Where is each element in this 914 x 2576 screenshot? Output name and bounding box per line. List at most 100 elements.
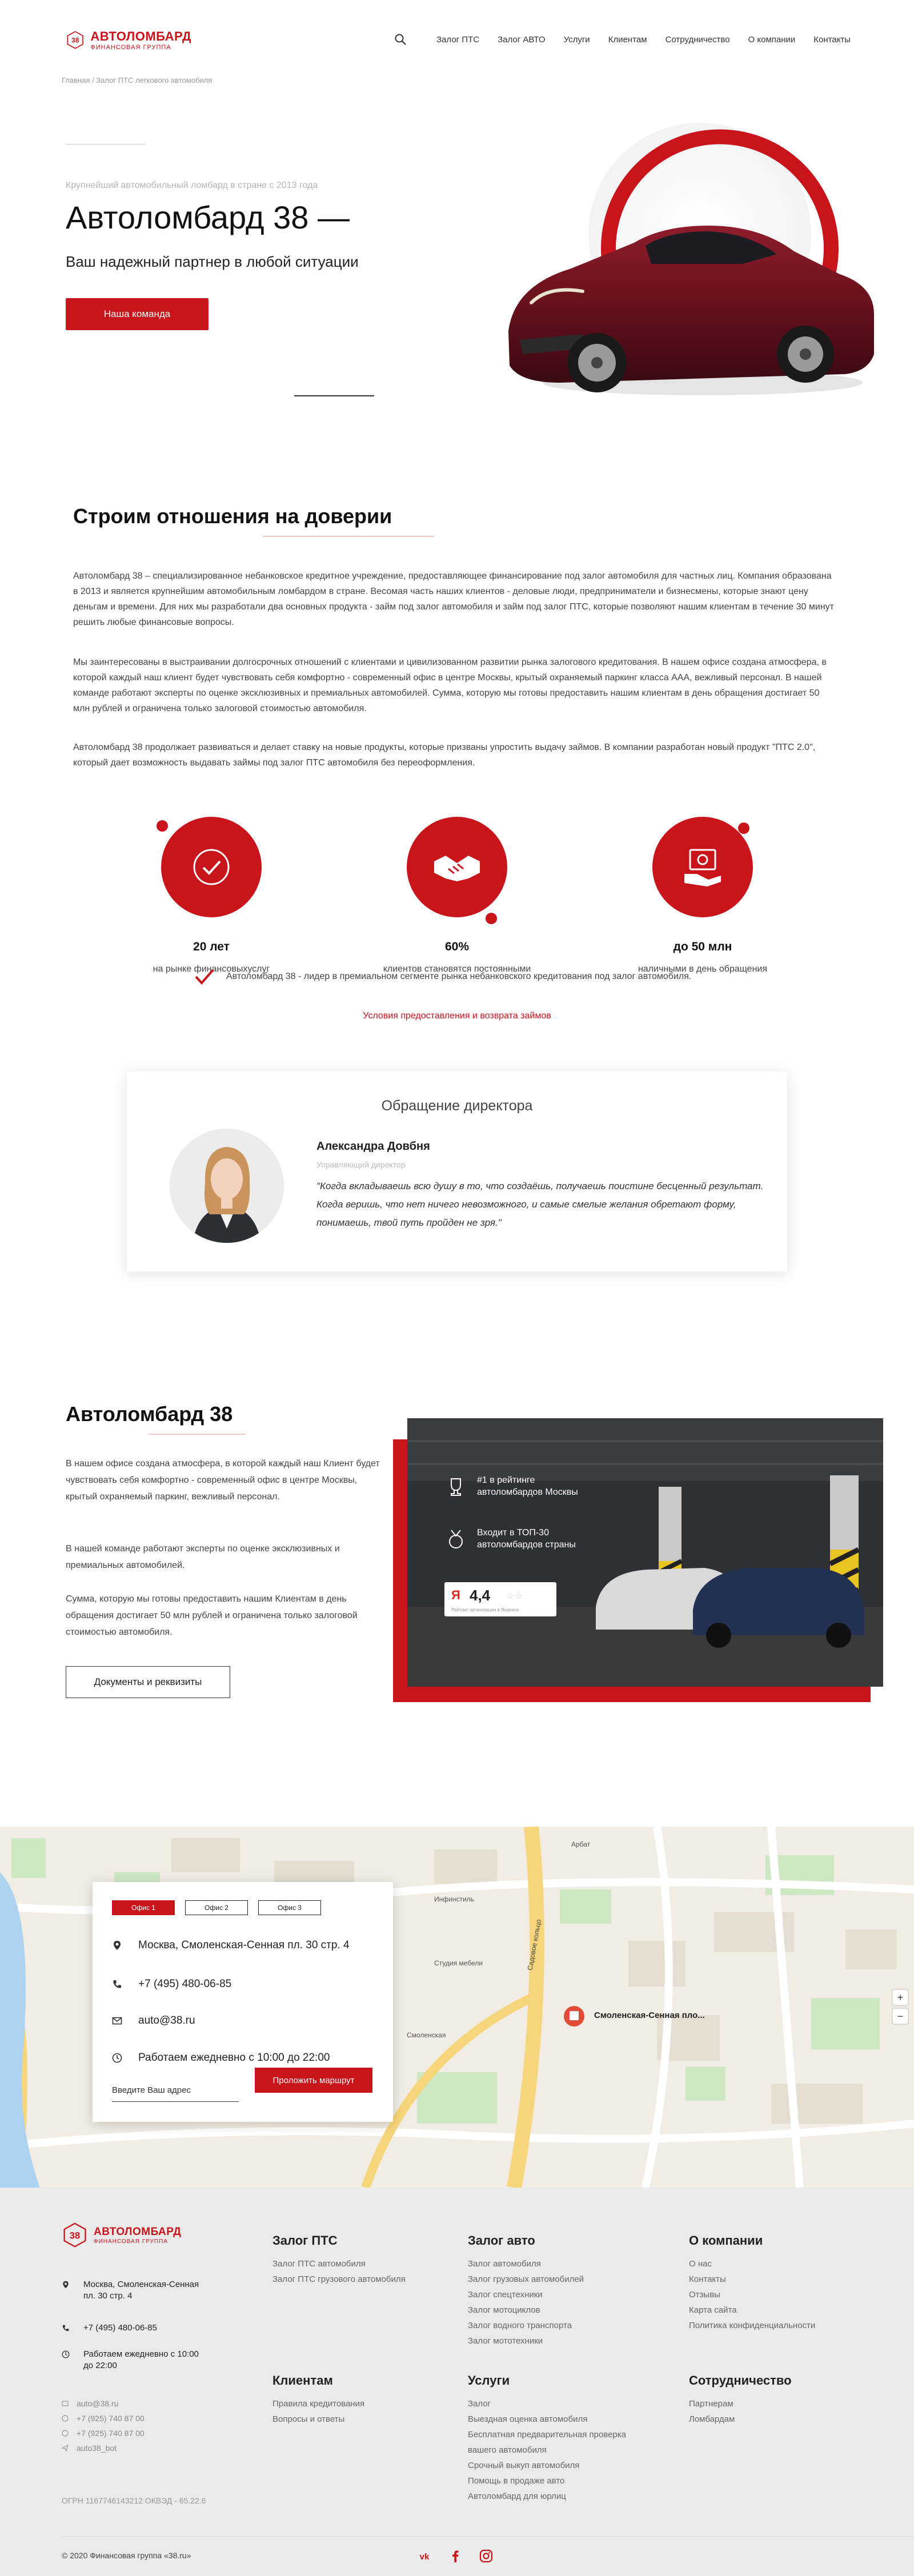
tab-office-1[interactable]: Офис 1 [112, 1900, 175, 1915]
search-icon[interactable] [394, 33, 407, 46]
footer-link[interactable]: Выездная оценка автомобиля [468, 2412, 639, 2427]
office-address-row: Москва, Смоленская-Сенная пл. 30 стр. 4 [112, 1939, 350, 1952]
svg-text:vk: vk [420, 2552, 430, 2562]
svg-text:−: − [897, 2011, 904, 2022]
nav-clients[interactable]: Клиентам [608, 35, 647, 45]
map-label-place: Студия мебели [434, 1959, 483, 1967]
footer-link[interactable]: Залог ПТС автомобиля [272, 2256, 455, 2272]
vk-icon[interactable]: vk [417, 2549, 432, 2563]
footer-col-title: Залог авто [468, 2233, 535, 2248]
rating-caption: Рейтинг организации в Яндексе [451, 1607, 519, 1612]
director-name: Александра Довбня [316, 1140, 430, 1153]
footer-viber-text[interactable]: +7 (925) 740 87 00 [77, 2426, 145, 2441]
map-label-place: Смоленская [407, 2031, 446, 2039]
footer-link[interactable]: Срочный выкуп автомобиля [468, 2458, 639, 2473]
footer-logo[interactable]: 38 АВТОЛОМБАРД ФИНАНСОВАЯ ГРУППА [62, 2222, 181, 2248]
facebook-icon[interactable] [448, 2549, 463, 2563]
footer-divider [62, 2536, 914, 2537]
footer-link[interactable]: Залог водного транспорта [468, 2318, 651, 2333]
nav-pts-pledge[interactable]: Залог ПТС [436, 35, 479, 45]
whatsapp-icon [62, 2415, 69, 2422]
about-title: Строим отношения на доверии [73, 504, 392, 528]
svg-text:+: + [897, 1992, 904, 2003]
footer-link[interactable]: Вопросы и ответы [272, 2412, 455, 2427]
logo[interactable]: 38 АВТОЛОМБАРД ФИНАНСОВАЯ ГРУППА [66, 26, 191, 54]
yandex-logo-icon: Я [451, 1588, 460, 1602]
footer-link[interactable]: Карта сайта [689, 2302, 872, 2318]
stat-returning-clients: 60% клиентов становятся постоянными [360, 817, 554, 974]
tab-office-3[interactable]: Офис 3 [258, 1900, 321, 1915]
about-paragraph-3: Автоломбард 38 продолжает развиваться и … [73, 743, 816, 768]
viber-icon [62, 2430, 69, 2437]
nav-contacts[interactable]: Контакты [813, 35, 851, 45]
stat-circle [652, 817, 753, 917]
footer-email[interactable]: auto@38.ru [62, 2396, 145, 2411]
logo-emblem-icon: 38 [63, 2222, 86, 2248]
footer-col-title: Клиентам [272, 2373, 333, 2388]
footer-link[interactable]: Правила кредитования [272, 2396, 455, 2412]
footer-link[interactable]: Залог грузовых автомобилей [468, 2272, 651, 2287]
footer-link[interactable]: Бесплатная предварительная проверка ваше… [468, 2427, 639, 2458]
office-contact-card: Офис 1 Офис 2 Офис 3 Москва, Смоленская-… [93, 1882, 393, 2122]
footer-link[interactable]: Залог спецтехники [468, 2287, 651, 2302]
rating-stars: ☆☆ [506, 1591, 523, 1601]
nav-services[interactable]: Услуги [564, 35, 590, 45]
nav-about[interactable]: О компании [748, 35, 796, 45]
footer-email-text[interactable]: auto@38.ru [77, 2396, 118, 2411]
director-role: Управляющий директор [316, 1160, 406, 1169]
hero-divider [66, 144, 146, 145]
hero-slider-indicator[interactable] [294, 395, 374, 396]
footer-link[interactable]: Ломбардам [689, 2412, 872, 2427]
nav-auto-pledge[interactable]: Залог АВТО [498, 35, 545, 45]
footer-phone-text[interactable]: +7 (495) 480-06-85 [83, 2322, 157, 2334]
build-route-button[interactable]: Проложить маршрут [255, 2068, 372, 2093]
footer-link[interactable]: Автоломбард для юрлиц [468, 2489, 639, 2504]
footer-link[interactable]: Залог мототехники [468, 2333, 651, 2349]
checkmark-circle-icon [193, 849, 230, 885]
stat-value: 60% [444, 940, 470, 953]
about-underline [263, 536, 434, 537]
address-input[interactable] [112, 2079, 239, 2102]
trophy-icon [451, 1478, 461, 1496]
footer-viber[interactable]: +7 (925) 740 87 00 [62, 2426, 145, 2441]
footer-link[interactable]: Политика конфиденциальности [689, 2318, 872, 2333]
footer-whatsapp[interactable]: +7 (925) 740 87 00 [62, 2411, 145, 2426]
footer-telegram-text[interactable]: auto38_bot [77, 2441, 117, 2455]
footer-col-clients: Клиентам Правила кредитования Вопросы и … [272, 2373, 455, 2427]
footer-whatsapp-text[interactable]: +7 (925) 740 87 00 [77, 2411, 145, 2426]
footer: 38 АВТОЛОМБАРД ФИНАНСОВАЯ ГРУППА Москва,… [0, 2188, 914, 2576]
instagram-icon[interactable] [479, 2549, 494, 2563]
footer-link[interactable]: Помощь в продаже авто [468, 2473, 639, 2489]
svg-text:38: 38 [70, 2230, 80, 2241]
decor-dot [486, 913, 497, 924]
footer-link[interactable]: Залог автомобиля [468, 2256, 651, 2272]
footer-link[interactable]: Партнерам [689, 2396, 872, 2412]
main-nav: Залог ПТС Залог АВТО Услуги Клиентам Сот… [394, 33, 851, 46]
director-heading: Обращение директора [381, 1098, 533, 1114]
rating-value: 4,4 [470, 1587, 491, 1604]
tab-office-2[interactable]: Офис 2 [185, 1900, 248, 1915]
map-marker-label[interactable]: Смоленская-Сенная пло... [594, 2011, 705, 2020]
about-paragraph-2: Мы заинтересованы в выстраивании долгоср… [73, 657, 827, 713]
office-email[interactable]: auto@38.ru [138, 2015, 195, 2027]
footer-telegram[interactable]: auto38_bot [62, 2441, 145, 2455]
yandex-rating-widget[interactable]: Я 4,4 ☆☆ Рейтинг организации в Яндексе [444, 1582, 556, 1616]
office-hours: Работаем ежедневно с 10:00 до 22:00 [138, 2052, 330, 2064]
breadcrumb[interactable]: Главная / Залог ПТС легкового автомобиля [62, 76, 212, 85]
documents-button[interactable]: Документы и реквизиты [66, 1666, 230, 1698]
footer-link[interactable]: О нас [689, 2256, 872, 2272]
mail-icon [62, 2401, 69, 2406]
pawnshop-title: Автоломбард 38 [66, 1402, 233, 1426]
stat-value: 20 лет [193, 940, 230, 953]
footer-link[interactable]: Залог [468, 2396, 639, 2412]
office-phone[interactable]: +7 (495) 480-06-85 [138, 1978, 231, 1991]
footer-link[interactable]: Залог мотоциклов [468, 2302, 651, 2318]
nav-cooperation[interactable]: Сотрудничество [666, 35, 730, 45]
our-team-button[interactable]: Наша команда [66, 298, 209, 330]
footer-link[interactable]: Залог ПТС грузового автомобиля [272, 2272, 455, 2287]
parking-illustration [407, 1418, 883, 1687]
footer-link[interactable]: Отзывы [689, 2287, 872, 2302]
footer-link[interactable]: Контакты [689, 2272, 872, 2287]
footer-small-contacts: auto@38.ru +7 (925) 740 87 00 +7 (925) 7… [62, 2396, 145, 2455]
loan-conditions-link[interactable]: Условия предоставления и возврата займов [0, 1011, 914, 1021]
